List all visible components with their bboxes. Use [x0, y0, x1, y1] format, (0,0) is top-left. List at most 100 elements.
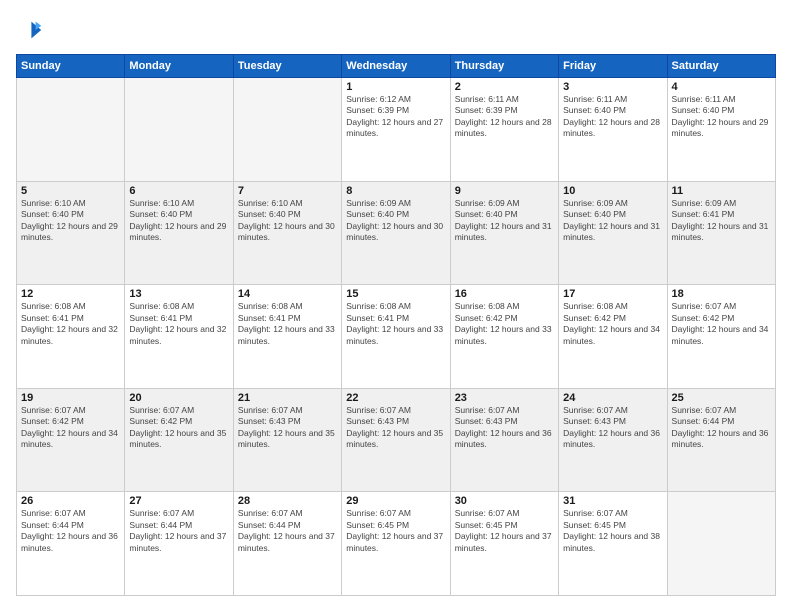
calendar-day-cell: 3Sunrise: 6:11 AMSunset: 6:40 PMDaylight…	[559, 78, 667, 182]
day-info: Sunrise: 6:10 AMSunset: 6:40 PMDaylight:…	[129, 198, 228, 244]
day-number: 31	[563, 495, 662, 507]
calendar-day-cell: 26Sunrise: 6:07 AMSunset: 6:44 PMDayligh…	[17, 492, 125, 596]
calendar-day-cell: 5Sunrise: 6:10 AMSunset: 6:40 PMDaylight…	[17, 181, 125, 285]
day-info: Sunrise: 6:07 AMSunset: 6:45 PMDaylight:…	[455, 508, 554, 554]
day-number: 28	[238, 495, 337, 507]
calendar-day-cell: 14Sunrise: 6:08 AMSunset: 6:41 PMDayligh…	[233, 285, 341, 389]
day-number: 20	[129, 392, 228, 404]
day-number: 2	[455, 81, 554, 93]
day-info: Sunrise: 6:07 AMSunset: 6:43 PMDaylight:…	[238, 405, 337, 451]
day-info: Sunrise: 6:10 AMSunset: 6:40 PMDaylight:…	[21, 198, 120, 244]
day-number: 8	[346, 185, 445, 197]
calendar-day-cell: 17Sunrise: 6:08 AMSunset: 6:42 PMDayligh…	[559, 285, 667, 389]
day-info: Sunrise: 6:08 AMSunset: 6:41 PMDaylight:…	[238, 301, 337, 347]
calendar-week-row: 12 Sunrise: 6:08 AMSunset: 6:41 PMDayligh…	[17, 285, 776, 389]
weekday-header-row: SundayMondayTuesdayWednesdayThursdayFrid…	[17, 55, 776, 78]
day-info: Sunrise: 6:10 AMSunset: 6:40 PMDaylight:…	[238, 198, 337, 244]
day-number: 18	[672, 288, 771, 300]
day-info: Sunrise: 6:08 AMSunset: 6:41 PMDaylight:…	[346, 301, 445, 347]
weekday-header: Wednesday	[342, 55, 450, 78]
day-info: Sunrise: 6:11 AMSunset: 6:40 PMDaylight:…	[672, 94, 771, 140]
calendar-day-cell: 24Sunrise: 6:07 AMSunset: 6:43 PMDayligh…	[559, 388, 667, 492]
header	[16, 16, 776, 44]
day-info: Sunrise: 6:07 AMSunset: 6:42 PMDaylight:…	[129, 405, 228, 451]
day-number: 7	[238, 185, 337, 197]
day-info: Sunrise: 6:09 AMSunset: 6:40 PMDaylight:…	[455, 198, 554, 244]
day-info: Sunrise: 6:11 AMSunset: 6:40 PMDaylight:…	[563, 94, 662, 140]
day-number: 10	[563, 185, 662, 197]
page: SundayMondayTuesdayWednesdayThursdayFrid…	[0, 0, 792, 612]
calendar-day-cell: 4Sunrise: 6:11 AMSunset: 6:40 PMDaylight…	[667, 78, 775, 182]
calendar-day-cell: 18Sunrise: 6:07 AMSunset: 6:42 PMDayligh…	[667, 285, 775, 389]
day-info: Sunrise: 6:11 AMSunset: 6:39 PMDaylight:…	[455, 94, 554, 140]
calendar-day-cell: 16Sunrise: 6:08 AMSunset: 6:42 PMDayligh…	[450, 285, 558, 389]
day-number: 12	[21, 288, 120, 300]
day-info: Sunrise: 6:09 AMSunset: 6:40 PMDaylight:…	[563, 198, 662, 244]
calendar-day-cell: 23Sunrise: 6:07 AMSunset: 6:43 PMDayligh…	[450, 388, 558, 492]
logo-icon	[16, 16, 44, 44]
calendar-day-cell: 6Sunrise: 6:10 AMSunset: 6:40 PMDaylight…	[125, 181, 233, 285]
day-info: Sunrise: 6:07 AMSunset: 6:45 PMDaylight:…	[563, 508, 662, 554]
day-number: 14	[238, 288, 337, 300]
weekday-header: Monday	[125, 55, 233, 78]
calendar-week-row: 1Sunrise: 6:12 AMSunset: 6:39 PMDaylight…	[17, 78, 776, 182]
day-info: Sunrise: 6:07 AMSunset: 6:43 PMDaylight:…	[346, 405, 445, 451]
day-info: Sunrise: 6:07 AMSunset: 6:42 PMDaylight:…	[672, 301, 771, 347]
day-info: Sunrise: 6:07 AMSunset: 6:44 PMDaylight:…	[129, 508, 228, 554]
day-info: Sunrise: 6:08 AMSunset: 6:42 PMDaylight:…	[563, 301, 662, 347]
logo	[16, 16, 48, 44]
calendar-day-cell: 27Sunrise: 6:07 AMSunset: 6:44 PMDayligh…	[125, 492, 233, 596]
day-number: 23	[455, 392, 554, 404]
calendar-table: SundayMondayTuesdayWednesdayThursdayFrid…	[16, 54, 776, 596]
calendar-day-cell: 21Sunrise: 6:07 AMSunset: 6:43 PMDayligh…	[233, 388, 341, 492]
calendar-day-cell: 1Sunrise: 6:12 AMSunset: 6:39 PMDaylight…	[342, 78, 450, 182]
calendar-day-cell: 25Sunrise: 6:07 AMSunset: 6:44 PMDayligh…	[667, 388, 775, 492]
day-info: Sunrise: 6:09 AMSunset: 6:41 PMDaylight:…	[672, 198, 771, 244]
day-info: Sunrise: 6:09 AMSunset: 6:40 PMDaylight:…	[346, 198, 445, 244]
calendar-week-row: 5Sunrise: 6:10 AMSunset: 6:40 PMDaylight…	[17, 181, 776, 285]
day-number: 29	[346, 495, 445, 507]
day-info: Sunrise: 6:07 AMSunset: 6:45 PMDaylight:…	[346, 508, 445, 554]
day-number: 25	[672, 392, 771, 404]
calendar-day-cell: 19Sunrise: 6:07 AMSunset: 6:42 PMDayligh…	[17, 388, 125, 492]
day-number: 5	[21, 185, 120, 197]
calendar-day-cell	[125, 78, 233, 182]
weekday-header: Tuesday	[233, 55, 341, 78]
calendar-day-cell: 10Sunrise: 6:09 AMSunset: 6:40 PMDayligh…	[559, 181, 667, 285]
calendar-day-cell	[17, 78, 125, 182]
calendar-day-cell: 20Sunrise: 6:07 AMSunset: 6:42 PMDayligh…	[125, 388, 233, 492]
calendar-day-cell: 29Sunrise: 6:07 AMSunset: 6:45 PMDayligh…	[342, 492, 450, 596]
day-number: 22	[346, 392, 445, 404]
day-number: 15	[346, 288, 445, 300]
calendar-day-cell: 31Sunrise: 6:07 AMSunset: 6:45 PMDayligh…	[559, 492, 667, 596]
day-number: 19	[21, 392, 120, 404]
day-info: Sunrise: 6:12 AMSunset: 6:39 PMDaylight:…	[346, 94, 445, 140]
calendar-day-cell: 28Sunrise: 6:07 AMSunset: 6:44 PMDayligh…	[233, 492, 341, 596]
day-info: Sunrise: 6:08 AMSunset: 6:42 PMDaylight:…	[455, 301, 554, 347]
day-number: 13	[129, 288, 228, 300]
calendar-day-cell: 9Sunrise: 6:09 AMSunset: 6:40 PMDaylight…	[450, 181, 558, 285]
calendar-day-cell: 11Sunrise: 6:09 AMSunset: 6:41 PMDayligh…	[667, 181, 775, 285]
weekday-header: Friday	[559, 55, 667, 78]
day-number: 1	[346, 81, 445, 93]
day-number: 3	[563, 81, 662, 93]
day-info: Sunrise: 6:08 AMSunset: 6:41 PMDaylight:…	[129, 301, 228, 347]
day-number: 4	[672, 81, 771, 93]
day-number: 9	[455, 185, 554, 197]
calendar-day-cell: 2Sunrise: 6:11 AMSunset: 6:39 PMDaylight…	[450, 78, 558, 182]
day-number: 27	[129, 495, 228, 507]
day-info: Sunrise: 6:07 AMSunset: 6:44 PMDaylight:…	[21, 508, 120, 554]
day-number: 6	[129, 185, 228, 197]
calendar-day-cell: 12Sunrise: 6:08 AMSunset: 6:41 PMDayligh…	[17, 285, 125, 389]
day-info: Sunrise: 6:07 AMSunset: 6:43 PMDaylight:…	[563, 405, 662, 451]
calendar-day-cell: 8Sunrise: 6:09 AMSunset: 6:40 PMDaylight…	[342, 181, 450, 285]
calendar-day-cell: 7Sunrise: 6:10 AMSunset: 6:40 PMDaylight…	[233, 181, 341, 285]
day-number: 17	[563, 288, 662, 300]
weekday-header: Saturday	[667, 55, 775, 78]
calendar-day-cell: 30Sunrise: 6:07 AMSunset: 6:45 PMDayligh…	[450, 492, 558, 596]
day-info: Sunrise: 6:07 AMSunset: 6:42 PMDaylight:…	[21, 405, 120, 451]
day-number: 11	[672, 185, 771, 197]
calendar-week-row: 26Sunrise: 6:07 AMSunset: 6:44 PMDayligh…	[17, 492, 776, 596]
day-number: 30	[455, 495, 554, 507]
weekday-header: Thursday	[450, 55, 558, 78]
